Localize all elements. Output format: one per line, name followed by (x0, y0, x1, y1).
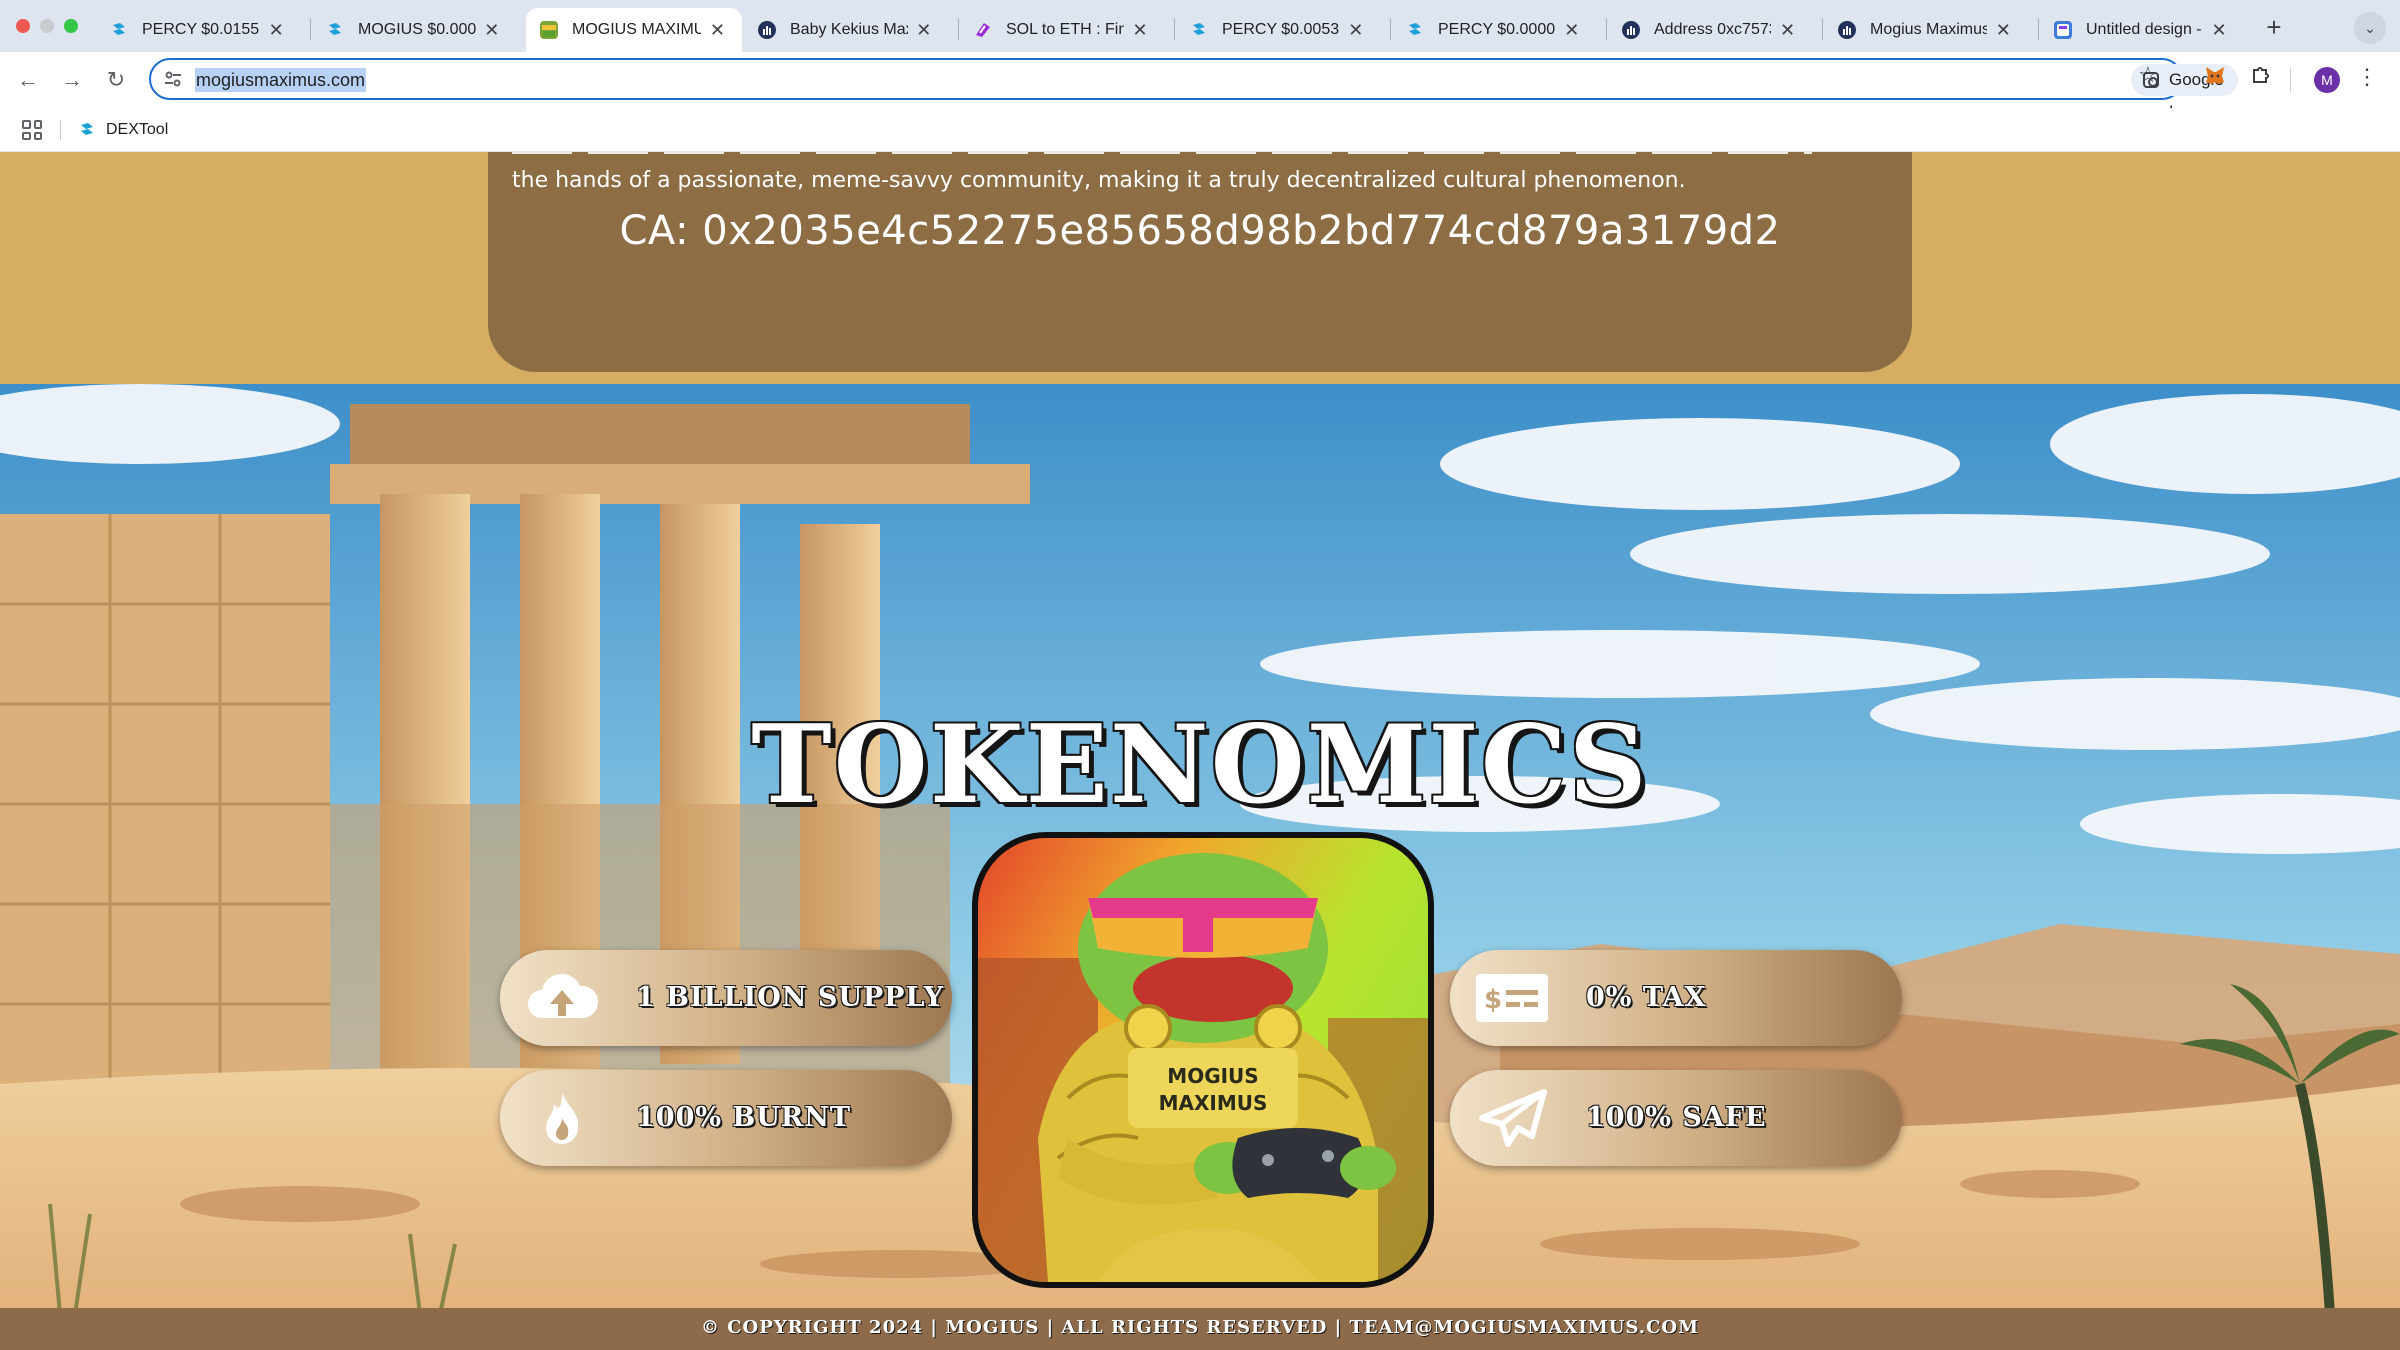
chevron-down-icon: ⌄ (2364, 20, 2376, 36)
tab-percy-3[interactable]: PERCY $0.00002 ✕ (1392, 8, 1596, 52)
tab-percy-2[interactable]: PERCY $0.00531 ✕ (1176, 8, 1380, 52)
about-section: the hands of a passionate, meme-savvy co… (0, 152, 2400, 384)
close-icon[interactable]: ✕ (707, 20, 728, 41)
back-button[interactable]: ← (12, 64, 44, 96)
about-card: the hands of a passionate, meme-savvy co… (488, 152, 1912, 372)
bookmarks-bar: DEXTool (0, 108, 2400, 152)
tab-baby-kekius[interactable]: Baby Kekius Maxi ✕ (744, 8, 948, 52)
metamask-icon (2206, 67, 2224, 84)
feature-burnt-label: 100% BURNT (636, 1102, 851, 1133)
flame-icon (546, 1092, 579, 1144)
page-viewport: the hands of a passionate, meme-savvy co… (0, 152, 2400, 1350)
tab-sol-to-eth[interactable]: SOL to ETH : Find ✕ (960, 8, 1164, 52)
tab-mogius-maximus-active[interactable]: MOGIUS MAXIMU ✕ (526, 8, 742, 52)
etherscan-icon (1622, 21, 1640, 39)
feature-tax-label: 0% TAX (1586, 982, 1707, 1013)
close-icon[interactable]: ✕ (1130, 20, 1150, 41)
bookmark-label: DEXTool (106, 121, 169, 138)
feature-supply-label: 1 BILLION SUPPLY (636, 982, 945, 1013)
window-close-button[interactable] (16, 19, 30, 33)
dextools-icon (1406, 21, 1424, 39)
close-icon[interactable]: ✕ (1345, 20, 1366, 41)
tab-divider (2038, 18, 2039, 40)
profile-avatar[interactable]: M (2314, 67, 2340, 93)
tokenomics-section: TOKENOMICS 1 BILLION SUPPLY 100% BURNT $… (0, 384, 2400, 1314)
feature-tax: $ 0% TAX (1450, 950, 1902, 1046)
close-icon[interactable]: ✕ (914, 20, 934, 41)
bookmark-divider (60, 120, 61, 140)
browser-toolbar: ← → ↻ mogiusmaximus.com Google Lens ☆ M … (0, 52, 2400, 121)
url-text[interactable]: mogiusmaximus.com (195, 68, 367, 92)
footer-copyright: © COPYRIGHT 2024 | MOGIUS | ALL RIGHTS R… (0, 1308, 2400, 1350)
tab-divider (1174, 18, 1175, 40)
close-icon[interactable]: ✕ (1993, 20, 2014, 41)
dextools-icon (78, 121, 96, 139)
feature-safe-label: 100% SAFE (1586, 1102, 1767, 1133)
frog-gladiator-illustration: MOGIUS MAXIMUS (978, 853, 1428, 1282)
bookmark-dextool[interactable]: DEXTool (78, 118, 168, 142)
tab-divider (1822, 18, 1823, 40)
cloud-upload-icon (528, 973, 599, 1018)
puzzle-icon (2253, 67, 2269, 83)
paper-plane-icon (1479, 1089, 1547, 1147)
extensions-button[interactable] (2246, 63, 2276, 93)
tab-mogius-etherscan[interactable]: Mogius Maximus ✕ (1824, 8, 2028, 52)
tokenomics-title: TOKENOMICS (751, 702, 1649, 828)
tab-percy-1[interactable]: PERCY $0.0155 U ✕ (96, 8, 300, 52)
reload-button[interactable]: ↻ (100, 64, 132, 96)
tab-mogius-price[interactable]: MOGIUS $0.0000 ✕ (312, 8, 516, 52)
tab-divider (310, 18, 311, 40)
dextools-icon (1190, 21, 1208, 39)
apps-grid-icon[interactable] (22, 120, 42, 140)
window-maximize-button[interactable] (64, 19, 78, 33)
mascot-label-line1: MOGIUS (1167, 1064, 1258, 1088)
dextools-icon (110, 21, 128, 39)
kebab-menu-icon: ⋮ (2356, 64, 2378, 89)
metamask-extension-button[interactable] (2200, 63, 2230, 93)
tab-divider (1606, 18, 1607, 40)
close-icon[interactable]: ✕ (1561, 20, 1582, 41)
dollar-bill-icon: $ (1476, 974, 1548, 1022)
new-tab-button[interactable]: + (2258, 12, 2290, 44)
toolbar-divider (2290, 68, 2291, 92)
etherscan-icon (1838, 21, 1856, 39)
mascot-image: MOGIUS MAXIMUS (972, 832, 1434, 1288)
svg-text:$: $ (1484, 985, 1502, 1015)
feature-supply: 1 BILLION SUPPLY (500, 950, 952, 1046)
feature-safe: 100% SAFE (1450, 1070, 1902, 1166)
bridge-icon (974, 21, 992, 39)
mascot-label-line2: MAXIMUS (1159, 1091, 1268, 1115)
reload-icon: ↻ (106, 67, 126, 92)
close-icon[interactable]: ✕ (266, 20, 286, 41)
about-text-cutoff-line (512, 152, 1812, 156)
close-icon[interactable]: ✕ (2208, 20, 2230, 41)
browser-menu-button[interactable]: ⋮ (2356, 64, 2378, 90)
tab-search-button[interactable]: ⌄ (2354, 12, 2386, 44)
tab-canva[interactable]: Untitled design - ✕ (2040, 8, 2244, 52)
tab-divider (1390, 18, 1391, 40)
tab-divider (958, 18, 959, 40)
close-icon[interactable]: ✕ (1777, 20, 1798, 41)
tab-strip: PERCY $0.0155 U ✕ MOGIUS $0.0000 ✕ MOGIU… (0, 0, 2400, 52)
tab-address[interactable]: Address 0xc7573 ✕ (1608, 8, 1812, 52)
etherscan-icon (758, 21, 776, 39)
site-settings-icon[interactable] (163, 69, 183, 89)
arrow-left-icon: ← (17, 67, 39, 92)
address-bar[interactable]: mogiusmaximus.com Google Lens (149, 58, 2238, 121)
close-icon[interactable]: ✕ (482, 20, 502, 41)
arrow-right-icon: → (61, 67, 83, 92)
forward-button[interactable]: → (56, 64, 88, 96)
bookmark-star-icon[interactable]: ☆ (2138, 62, 2158, 88)
canva-icon (2054, 21, 2072, 39)
mogius-icon (540, 21, 558, 39)
contract-address[interactable]: CA: 0x2035e4c52275e85658d98b2bd774cd879a… (488, 208, 1912, 254)
window-minimize-button[interactable] (40, 19, 54, 33)
about-text: the hands of a passionate, meme-savvy co… (512, 168, 1686, 193)
dextools-icon (326, 21, 344, 39)
feature-burnt: 100% BURNT (500, 1070, 952, 1166)
